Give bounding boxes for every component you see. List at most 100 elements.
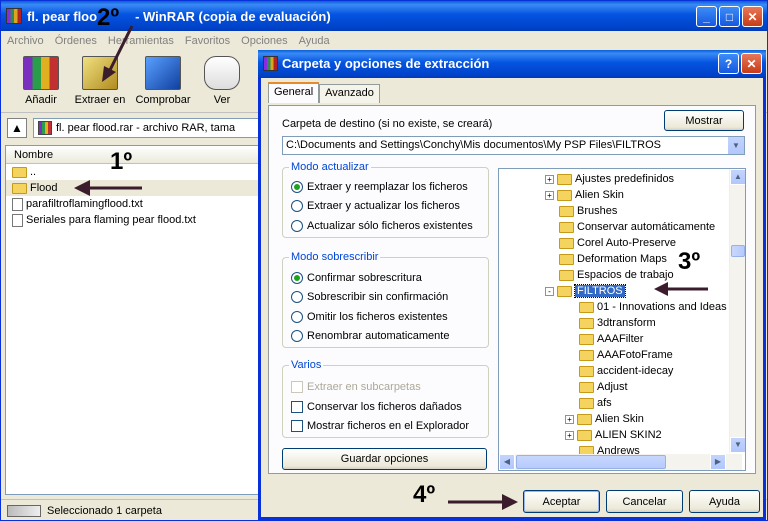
add-button[interactable]: Añadir <box>11 54 71 110</box>
folder-tree[interactable]: + Ajustes predefinidos + Alien Skin Brushes C… <box>498 168 746 471</box>
status-text: Seleccionado 1 carpeta <box>47 504 162 517</box>
check-keep-broken[interactable]: Conservar los ficheros dañados <box>291 401 462 413</box>
overwrite-mode-group: Modo sobrescribir Confirmar sobrescritur… <box>282 251 489 348</box>
radio-label: Confirmar sobrescritura <box>307 272 422 284</box>
cancel-button[interactable]: Cancelar <box>606 490 683 513</box>
radio-indicator <box>291 220 303 232</box>
folder-icon <box>579 381 594 393</box>
tree-item[interactable]: Adjust <box>565 379 628 395</box>
tree-item-label: AAAFotoFrame <box>597 349 673 361</box>
help-button[interactable]: Ayuda <box>689 490 760 513</box>
check-show-in-explorer[interactable]: Mostrar ficheros en el Explorador <box>291 420 469 432</box>
radio-indicator <box>291 272 303 284</box>
expand-icon[interactable]: + <box>545 174 554 184</box>
list-item[interactable]: Seriales para flaming pear flood.txt <box>6 212 260 228</box>
tree-item[interactable]: Deformation Maps <box>545 251 667 267</box>
tree-item[interactable]: afs <box>565 395 612 411</box>
tree-item[interactable]: accident-idecay <box>565 363 673 379</box>
radio-confirm-overwrite[interactable]: Confirmar sobrescritura <box>291 272 422 284</box>
main-title-rest: - WinRAR (copia de evaluación) <box>135 8 331 24</box>
annotation-step-4: 4º <box>413 481 436 508</box>
menu-favoritos[interactable]: Favoritos <box>185 35 230 47</box>
up-folder-button[interactable]: ▲ <box>7 118 27 138</box>
tree-item-label: Ajustes predefinidos <box>575 173 675 185</box>
radio-indicator <box>291 311 303 323</box>
test-button-label: Comprobar <box>135 94 191 106</box>
radio-extract-replace[interactable]: Extraer y reemplazar los ficheros <box>291 181 468 193</box>
maximize-button[interactable]: □ <box>719 6 740 27</box>
test-button[interactable]: Comprobar <box>133 54 193 110</box>
expand-icon[interactable]: + <box>565 414 574 424</box>
tree-item[interactable]: AAAFotoFrame <box>565 347 673 363</box>
tree-item[interactable]: Corel Auto-Preserve <box>545 235 676 251</box>
tree-item[interactable]: + Alien Skin <box>545 187 624 203</box>
close-button[interactable]: ✕ <box>742 6 763 27</box>
scroll-thumb[interactable] <box>516 455 666 469</box>
dialog-tabs: General Avanzado <box>268 82 380 103</box>
scroll-down-icon[interactable]: ▼ <box>730 437 745 453</box>
check-extract-subfolders[interactable]: Extraer en subcarpetas <box>291 381 421 393</box>
tree-item[interactable]: Conservar automáticamente <box>545 219 715 235</box>
folder-icon <box>559 253 574 265</box>
destination-combo[interactable]: C:\Documents and Settings\Conchy\Mis doc… <box>282 136 745 155</box>
expand-icon[interactable]: + <box>545 190 554 200</box>
misc-group: Varios Extraer en subcarpetas Conservar … <box>282 359 489 438</box>
archive-path-box[interactable]: fl. pear flood.rar - archivo RAR, tama <box>33 118 283 138</box>
tree-item[interactable]: + ALIEN SKIN2 <box>565 427 662 443</box>
extract-to-label: Extraer en <box>74 94 126 106</box>
radio-auto-rename[interactable]: Renombrar automaticamente <box>291 330 449 342</box>
tree-item[interactable]: 01 - Innovations and Ideas <box>565 299 727 315</box>
tree-item-label: FILTROS <box>574 284 626 298</box>
rar-file-icon <box>38 121 52 135</box>
annotation-step-3: 3º <box>678 248 701 275</box>
file-name: Seriales para flaming pear flood.txt <box>26 214 196 226</box>
tree-horizontal-scrollbar[interactable]: ◀ ▶ <box>499 454 742 470</box>
tree-item[interactable]: Brushes <box>545 203 617 219</box>
save-options-button[interactable]: Guardar opciones <box>282 448 487 470</box>
tree-item[interactable]: 3dtransform <box>565 315 656 331</box>
radio-extract-update[interactable]: Extraer y actualizar los ficheros <box>291 200 460 212</box>
tree-item-label: 3dtransform <box>597 317 656 329</box>
scroll-right-icon[interactable]: ▶ <box>710 454 726 470</box>
radio-indicator <box>291 291 303 303</box>
checkbox-indicator <box>291 420 303 432</box>
menu-archivo[interactable]: Archivo <box>7 35 44 47</box>
text-file-icon <box>12 197 23 211</box>
show-button[interactable]: Mostrar <box>664 110 744 131</box>
tab-general[interactable]: General <box>268 82 320 103</box>
tree-item[interactable]: - FILTROS <box>545 283 626 299</box>
list-item[interactable]: parafiltroflamingflood.txt <box>6 196 260 212</box>
file-name: .. <box>30 166 37 178</box>
tree-item[interactable]: + Ajustes predefinidos <box>545 171 674 187</box>
update-mode-title: Modo actualizar <box>289 161 371 173</box>
tree-item[interactable]: + Alien Skin <box>565 411 644 427</box>
text-file-icon <box>12 213 23 227</box>
radio-overwrite-no-confirm[interactable]: Sobrescribir sin confirmación <box>291 291 448 303</box>
collapse-icon[interactable]: - <box>545 286 554 296</box>
dialog-help-button[interactable]: ? <box>718 53 739 74</box>
tree-vertical-scrollbar[interactable]: ▲ ▼ <box>729 169 745 453</box>
view-button[interactable]: Ver <box>192 54 252 110</box>
dialog-titlebar: Carpeta y opciones de extracción ? ✕ <box>258 50 766 78</box>
scroll-left-icon[interactable]: ◀ <box>499 454 515 470</box>
radio-update-existing[interactable]: Actualizar sólo ficheros existentes <box>291 220 473 232</box>
folder-icon <box>559 221 574 233</box>
scroll-up-icon[interactable]: ▲ <box>730 169 745 185</box>
test-archive-icon <box>145 56 181 90</box>
dialog-close-button[interactable]: ✕ <box>741 53 762 74</box>
menu-opciones[interactable]: Opciones <box>241 35 287 47</box>
expand-icon[interactable]: + <box>565 430 574 440</box>
scroll-thumb[interactable] <box>731 245 745 257</box>
tree-item[interactable]: AAAFilter <box>565 331 643 347</box>
menu-ayuda[interactable]: Ayuda <box>299 35 330 47</box>
tab-avanzado[interactable]: Avanzado <box>319 84 380 103</box>
radio-skip-existing[interactable]: Omitir los ficheros existentes <box>291 311 448 323</box>
folder-icon <box>559 269 574 281</box>
minimize-button[interactable]: _ <box>696 6 717 27</box>
arrow-step-2-icon <box>102 25 134 82</box>
status-key-icon <box>7 504 41 517</box>
accept-button[interactable]: Aceptar <box>523 490 600 513</box>
chevron-down-icon[interactable]: ▼ <box>727 137 744 154</box>
menu-ordenes[interactable]: Órdenes <box>55 35 97 47</box>
column-header-name[interactable]: Nombre <box>6 146 260 164</box>
